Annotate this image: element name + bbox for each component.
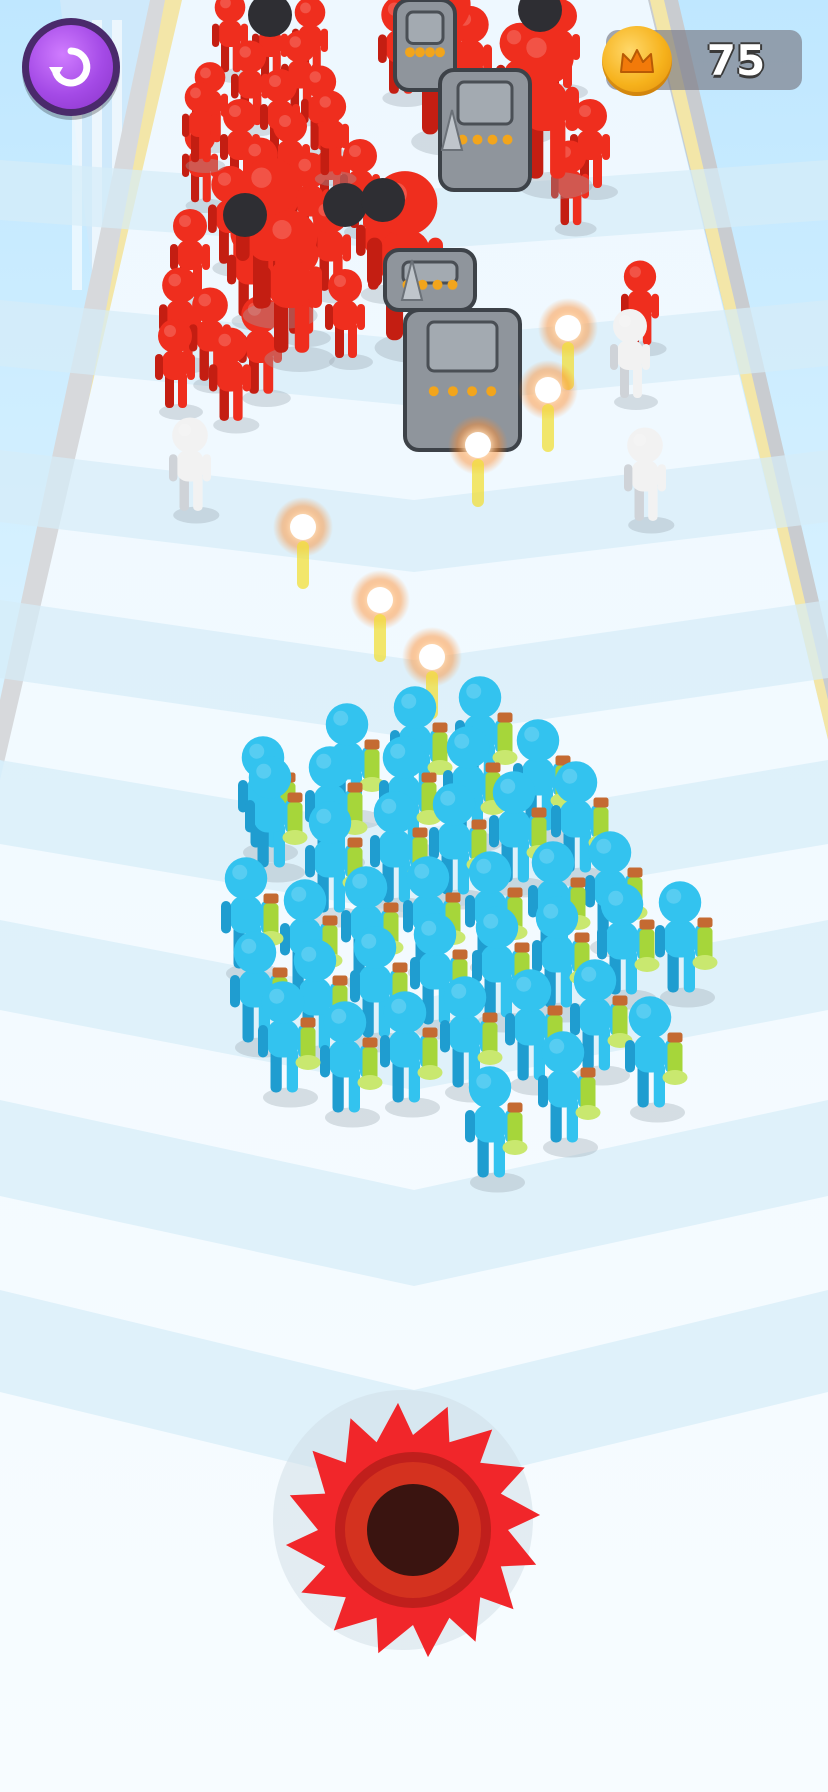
riot-shield xyxy=(383,248,477,312)
crown-coin-icon xyxy=(602,26,672,96)
restart-button[interactable] xyxy=(22,18,120,116)
bomb-icon xyxy=(223,193,267,237)
restart-icon xyxy=(29,25,113,109)
game-scene xyxy=(0,0,828,1792)
coin-count: 75 xyxy=(706,36,766,85)
bomb-icon xyxy=(323,183,367,227)
game-stage[interactable]: 75 xyxy=(0,0,828,1792)
bomb-icon xyxy=(361,178,405,222)
